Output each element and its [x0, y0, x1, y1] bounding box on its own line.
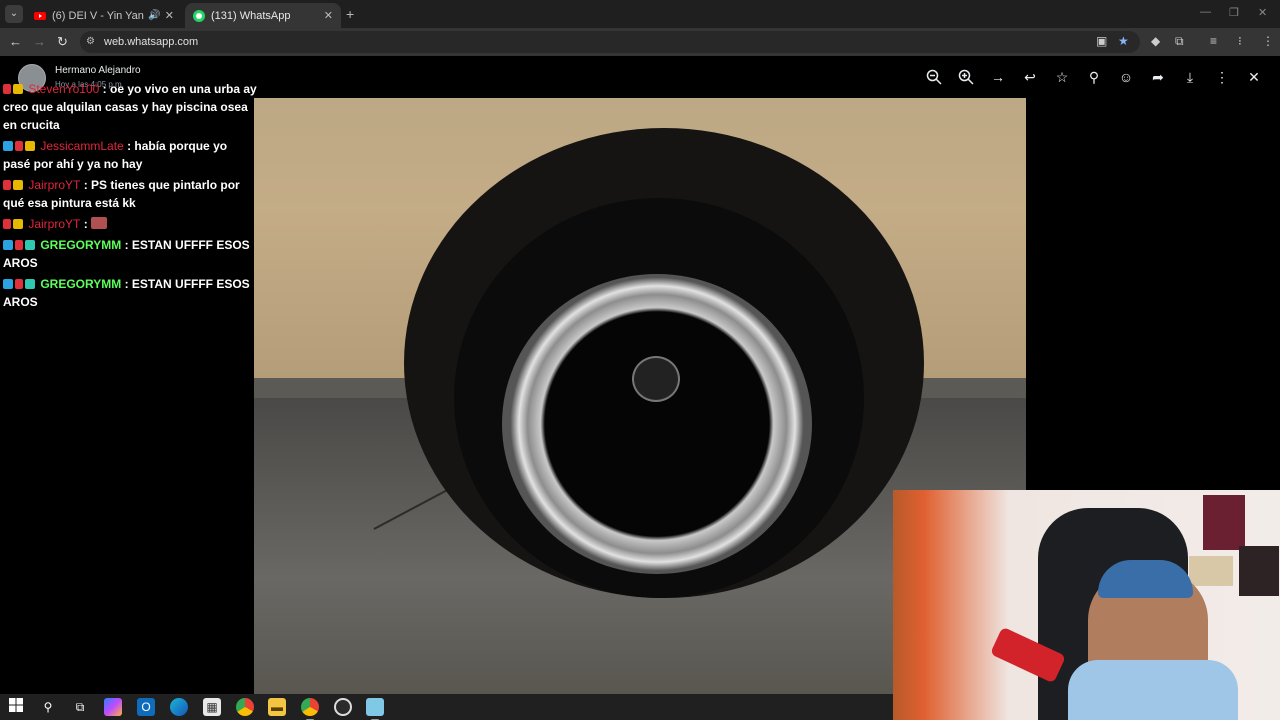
badge-icon — [3, 141, 13, 151]
notepad-icon[interactable] — [366, 698, 384, 720]
crown-badge-icon — [13, 84, 23, 94]
forward-icon[interactable]: → — [33, 34, 46, 49]
url-text: web.whatsapp.com — [104, 36, 199, 48]
chat-message: GREGORYMM : ESTAN UFFFF ESOS AROS — [3, 236, 257, 272]
chat-username: StevenYo100 — [28, 82, 100, 96]
emote-icon — [91, 217, 108, 229]
minimize-icon[interactable]: — — [1200, 6, 1211, 18]
browser-tabstrip: ⌄ (6) DEI V - Yin Yang (VIDEO 🔊 ✕ (131) … — [0, 0, 1280, 28]
copilot-icon[interactable] — [104, 698, 122, 716]
download-icon[interactable]: ⤓ — [1182, 69, 1198, 85]
streamer-cap — [1098, 560, 1193, 598]
reply-icon[interactable]: ↩ — [1022, 69, 1038, 85]
new-tab-button[interactable]: + — [346, 6, 354, 22]
restore-icon[interactable]: ❐ — [1229, 6, 1239, 19]
reading-list-icon[interactable]: ≡ — [1210, 34, 1217, 48]
extensions-puzzle-icon[interactable]: ⧉ — [1175, 34, 1184, 49]
install-app-icon[interactable]: ▣ — [1096, 34, 1107, 48]
badge-icon — [3, 279, 13, 289]
chat-username: JairproYT — [28, 178, 81, 192]
badge-icon — [3, 84, 11, 94]
whatsapp-icon — [193, 9, 205, 22]
speaker-icon[interactable]: 🔊 — [148, 10, 160, 21]
forward-icon[interactable]: ➦ — [1150, 69, 1166, 85]
close-tab-icon[interactable]: ✕ — [324, 9, 333, 22]
store-icon[interactable]: ▦ — [203, 698, 221, 716]
chat-username: JairproYT — [28, 217, 81, 231]
zoom-out-icon[interactable] — [926, 69, 942, 85]
tab-title: (6) DEI V - Yin Yang (VIDEO — [52, 9, 144, 22]
extension-icon[interactable]: ◆ — [1151, 34, 1160, 48]
close-tab-icon[interactable]: ✕ — [165, 9, 174, 22]
crown-badge-icon — [13, 219, 23, 229]
contact-name[interactable]: Hermano Alejandro — [55, 65, 141, 76]
browser-toolbar: ← → ↻ ⚙ web.whatsapp.com ▣ ★ ◆ ⧉ ≡ ⁝ ⋮ — [0, 28, 1280, 56]
windows-start-icon[interactable] — [7, 698, 25, 716]
zoom-in-icon[interactable] — [958, 69, 974, 85]
tab-title: (131) WhatsApp — [211, 9, 291, 22]
stream-chat-overlay: StevenYo100 : oe yo vivo en una urba ay … — [3, 80, 257, 314]
badge-icon — [3, 219, 11, 229]
edge-icon[interactable] — [170, 698, 188, 716]
badge-icon — [15, 279, 23, 289]
badge-icon — [25, 279, 35, 289]
wall-poster — [1203, 495, 1245, 550]
streamer-webcam — [893, 490, 1280, 720]
chrome-profile-icon[interactable] — [301, 698, 319, 720]
menu-icon[interactable]: ⋮ — [1214, 69, 1230, 85]
tab-youtube[interactable]: (6) DEI V - Yin Yang (VIDEO 🔊 ✕ — [26, 3, 182, 28]
bookmark-star-icon[interactable]: ★ — [1118, 34, 1129, 48]
back-icon[interactable]: ← — [9, 34, 22, 49]
file-explorer-icon[interactable]: ▬ — [268, 698, 286, 716]
chat-text: : — [83, 217, 88, 231]
crown-badge-icon — [13, 180, 23, 190]
reload-icon[interactable]: ↻ — [57, 34, 68, 50]
search-icon[interactable]: ⚲ — [39, 698, 57, 716]
windows-taskbar: ⚲ ⧉ O ▦ ▬ — [0, 694, 893, 720]
address-bar[interactable]: ⚙ web.whatsapp.com — [80, 31, 1140, 53]
chat-username: JessicammLate — [40, 139, 124, 153]
chat-username: GREGORYMM — [40, 238, 122, 252]
pin-icon[interactable]: ⚲ — [1086, 69, 1102, 85]
emoji-icon[interactable]: ☺ — [1118, 69, 1134, 85]
chat-message: JairproYT : — [3, 215, 257, 233]
close-icon[interactable]: ✕ — [1246, 69, 1262, 85]
close-window-icon[interactable]: ✕ — [1258, 6, 1267, 19]
wall-poster — [1189, 556, 1233, 586]
tab-search-button[interactable]: ⌄ — [5, 5, 23, 23]
chrome-icon[interactable] — [236, 698, 254, 716]
badge-icon — [25, 240, 35, 250]
profile-icon[interactable]: ⁝ — [1238, 34, 1242, 48]
streamer-shirt — [1068, 660, 1238, 720]
task-view-icon[interactable]: ⧉ — [71, 698, 89, 716]
photo-hub — [632, 356, 680, 402]
chat-username: GREGORYMM — [40, 277, 122, 291]
tab-whatsapp[interactable]: (131) WhatsApp ✕ — [185, 3, 341, 28]
badge-icon — [15, 141, 23, 151]
chat-message: GREGORYMM : ESTAN UFFFF ESOS AROS — [3, 275, 257, 311]
star-icon[interactable]: ☆ — [1054, 69, 1070, 85]
chat-message: JairproYT : PS tienes que pintarlo por q… — [3, 176, 257, 212]
badge-icon — [3, 180, 11, 190]
browser-menu-icon[interactable]: ⋮ — [1262, 34, 1274, 48]
chat-message: JessicammLate : había porque yo pasé por… — [3, 137, 257, 173]
site-info-icon[interactable]: ⚙ — [86, 36, 98, 48]
photo-rim — [502, 274, 812, 574]
badge-icon — [3, 240, 13, 250]
wall-poster — [1239, 546, 1279, 596]
outlook-icon[interactable]: O — [137, 698, 155, 716]
arrow-right-icon[interactable]: → — [990, 69, 1006, 85]
crown-badge-icon — [25, 141, 35, 151]
badge-icon — [15, 240, 23, 250]
chat-message: StevenYo100 : oe yo vivo en una urba ay … — [3, 80, 257, 134]
youtube-icon — [34, 11, 46, 20]
obs-icon[interactable] — [334, 698, 352, 716]
